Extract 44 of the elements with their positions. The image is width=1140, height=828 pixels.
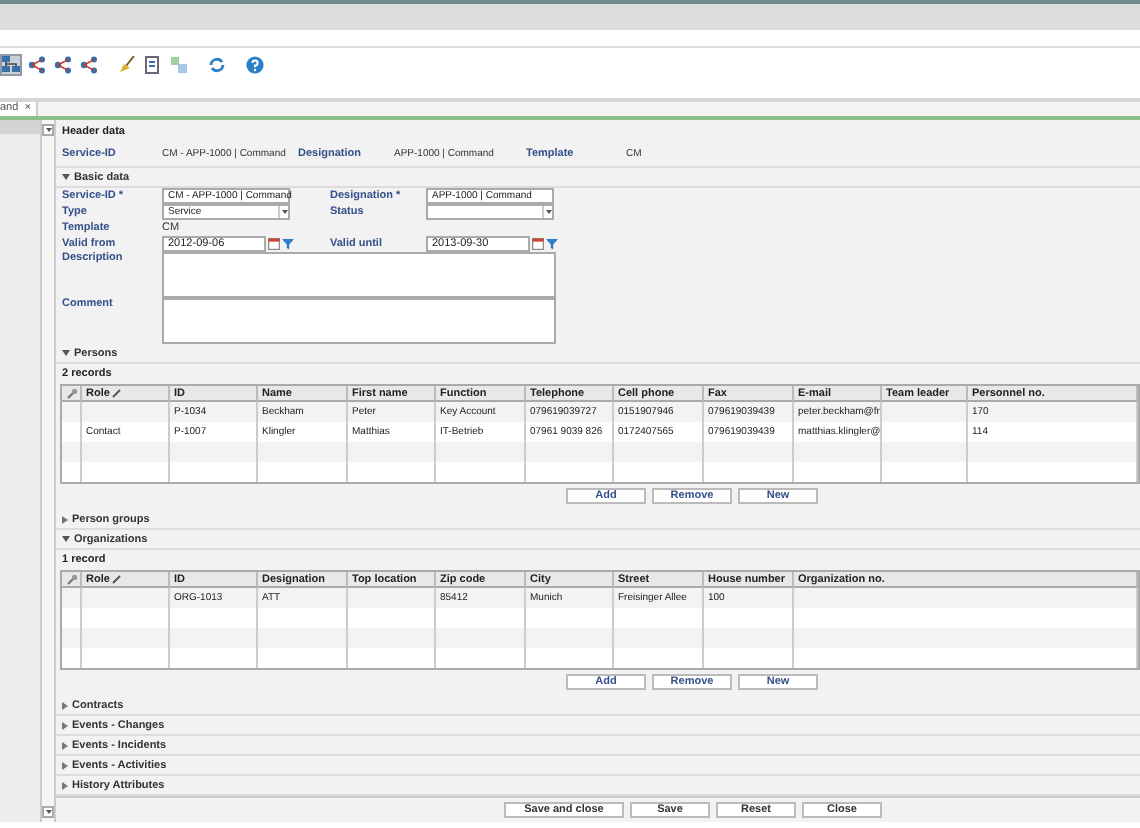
expander-icon[interactable]: [62, 701, 68, 709]
broom-icon: [118, 56, 136, 74]
help-icon: [246, 56, 264, 74]
expander-icon[interactable]: [62, 174, 70, 180]
hierarchy-icon: [2, 56, 20, 74]
toolbar-button[interactable]: [244, 54, 266, 76]
scrollbar[interactable]: [40, 120, 56, 822]
share-icon: [80, 56, 98, 74]
cubes-icon: [170, 56, 188, 74]
text-area[interactable]: [162, 298, 556, 344]
toolbar-button[interactable]: [26, 54, 48, 76]
share-icon: [54, 56, 72, 74]
expander-icon[interactable]: [62, 515, 68, 523]
row-selector-cell[interactable]: [62, 628, 82, 648]
expander-icon[interactable]: [62, 741, 68, 749]
row-selector-cell[interactable]: [62, 402, 82, 422]
dropdown-caret-icon: [545, 210, 551, 214]
expander-icon[interactable]: [62, 761, 68, 769]
dropdown-caret-icon: [281, 210, 287, 214]
row-selector-cell[interactable]: [62, 588, 82, 608]
share-icon: [28, 56, 46, 74]
dropdown-caret-icon: [45, 128, 51, 132]
expander-icon[interactable]: [62, 350, 70, 356]
toolbar-button[interactable]: [52, 54, 74, 76]
text-area[interactable]: [162, 252, 556, 298]
expander-icon[interactable]: [62, 781, 68, 789]
expander-icon[interactable]: [62, 721, 68, 729]
row-selector-cell[interactable]: [62, 442, 82, 462]
toolbar-button[interactable]: [206, 54, 228, 76]
toolbar-button[interactable]: [78, 54, 100, 76]
toolbar-button[interactable]: [142, 54, 164, 76]
calendar-icon[interactable]: [532, 238, 544, 250]
refresh-icon: [208, 56, 226, 74]
dropdown-field[interactable]: [426, 204, 554, 220]
dropdown-caret-icon: [45, 810, 51, 814]
toolbar-button[interactable]: [116, 54, 138, 76]
wrench-icon[interactable]: [65, 387, 77, 399]
toolbar-button[interactable]: [0, 54, 22, 76]
document-icon: [144, 56, 162, 74]
pencil-icon: [111, 574, 122, 584]
wrench-icon[interactable]: [65, 573, 77, 585]
pencil-icon: [111, 388, 122, 398]
calendar-icon[interactable]: [268, 238, 280, 250]
expander-icon[interactable]: [62, 536, 70, 542]
